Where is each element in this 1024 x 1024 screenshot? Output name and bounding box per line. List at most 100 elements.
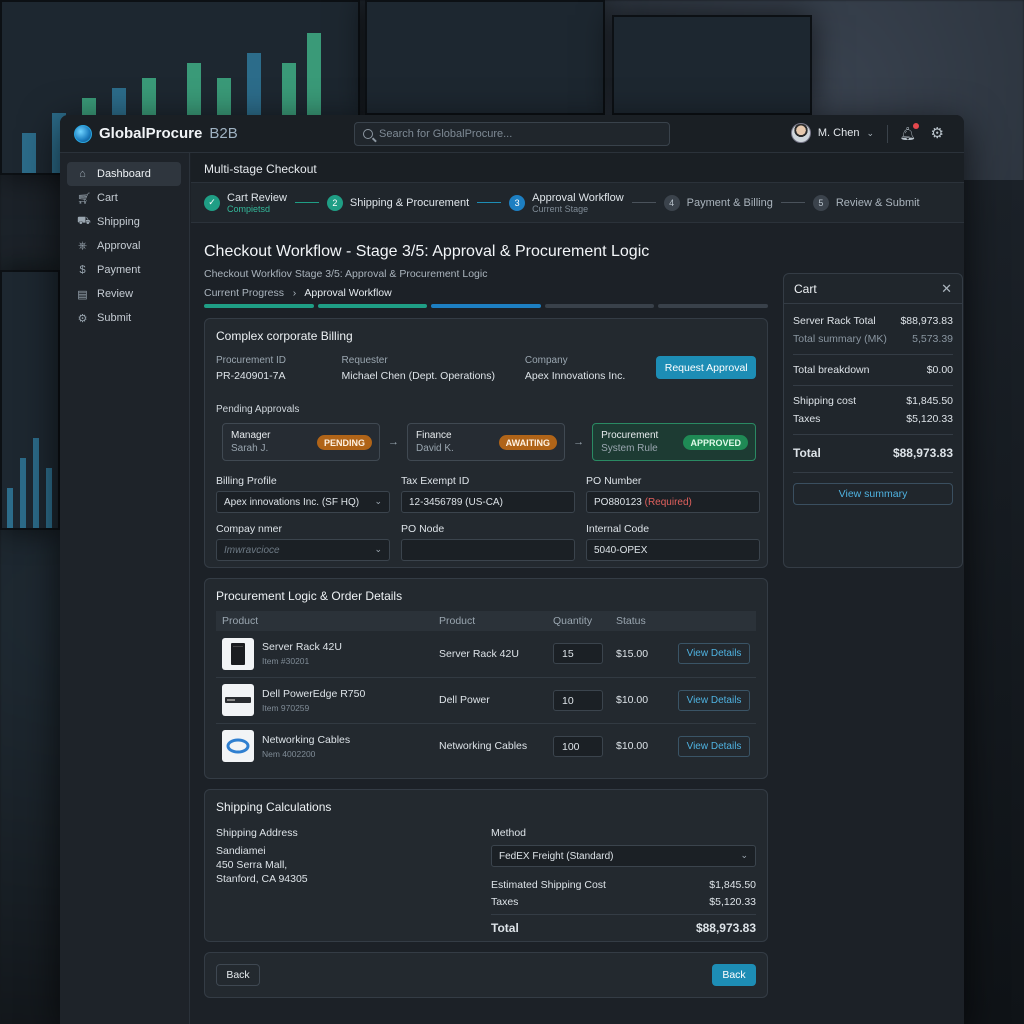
sidebar-item-dashboard[interactable]: ⌂ Dashboard xyxy=(67,162,181,186)
required-indicator: (Required) xyxy=(644,497,692,508)
select-value: FedEX Freight (Standard) xyxy=(499,851,614,862)
approval-finance[interactable]: Finance David K. AWAITING xyxy=(407,423,566,461)
procurement-id: Procurement ID PR-240901-7A xyxy=(216,355,342,382)
address-line: Stanford, CA 94305 xyxy=(216,873,308,885)
product-sku: Nem 4002200 xyxy=(262,748,316,759)
sidebar-item-approval[interactable]: ⎈ Approval xyxy=(67,234,181,258)
step-number: 2 xyxy=(326,194,343,211)
arrow-right-icon: → xyxy=(388,436,400,448)
background-monitor-right xyxy=(612,15,812,115)
quantity-input[interactable]: 10 xyxy=(553,689,603,711)
back-button[interactable]: Back xyxy=(216,964,260,986)
cart-row-value: $88,973.83 xyxy=(900,315,953,327)
back-primary-button[interactable]: Back xyxy=(712,964,756,986)
product-cell: Networking Cables Nem 4002200 xyxy=(222,730,427,763)
order-table: Product Product Quantity Status Server R… xyxy=(216,611,756,769)
billing-form: Billing Profile Apex innovations Inc. (S… xyxy=(216,475,760,561)
view-details-button[interactable]: View Details xyxy=(678,735,750,757)
background-monitor-side xyxy=(0,270,60,530)
submit-icon: ⚙ xyxy=(77,312,88,325)
price: $10.00 xyxy=(610,677,661,724)
sidebar-item-review[interactable]: ▤ Review xyxy=(67,282,181,306)
request-approval-button[interactable]: Request Approval xyxy=(656,356,756,379)
sidebar-item-label: Dashboard xyxy=(97,168,151,180)
approval-procurement[interactable]: Procurement System Rule APPROVED xyxy=(592,423,756,461)
cart-total-row: Total $88,973.83 xyxy=(784,446,962,472)
table-row: Server Rack 42U Item #30201 Server Rack 4… xyxy=(216,631,756,678)
billing-card: Complex corporate Billing Procurement ID… xyxy=(204,318,768,568)
cart-header: Cart ✕ xyxy=(784,274,962,304)
status-badge: PENDING xyxy=(317,435,373,450)
step-payment-billing[interactable]: 4 Payment & Billing xyxy=(663,194,773,211)
brand-logo[interactable]: GlobalProcure B2B xyxy=(74,124,238,143)
cart-divider xyxy=(793,354,953,355)
quantity-input[interactable]: 15 xyxy=(553,643,603,665)
cart-row-label: Total summary (MK) xyxy=(793,333,887,345)
field-label: Requester xyxy=(341,355,388,366)
field-label: Shipping Address xyxy=(216,827,298,839)
company-name-field: Compay nmer Imwravcioce ⌄ xyxy=(216,523,390,561)
user-menu[interactable]: M. Chen ⌄ xyxy=(790,123,874,143)
user-name: M. Chen xyxy=(817,127,860,139)
cart-icon: 🛒︎ xyxy=(77,192,91,205)
shipping-method: Method FedEX Freight (Standard) ⌄ Estimat… xyxy=(491,827,756,935)
address-line: Sandiamei xyxy=(216,845,266,857)
placeholder: Imwravcioce xyxy=(224,545,280,556)
payment-icon: $ xyxy=(79,264,86,276)
company-name-select[interactable]: Imwravcioce ⌄ xyxy=(216,539,390,561)
close-icon[interactable]: ✕ xyxy=(941,281,952,297)
po-node-input[interactable] xyxy=(401,539,575,561)
view-summary-button[interactable]: View summary xyxy=(793,483,953,505)
sidebar-item-shipping[interactable]: ⛟ Shipping xyxy=(67,210,181,234)
step-connector xyxy=(780,202,805,203)
sidebar-item-cart[interactable]: 🛒︎ Cart xyxy=(67,186,181,210)
shipping-grid: Shipping Address Sandiamei 450 Serra Mal… xyxy=(216,827,756,935)
product-cell: Server Rack 42U Item #30201 xyxy=(222,637,427,670)
step-review-submit[interactable]: 5 Review & Submit xyxy=(812,194,920,211)
gear-icon[interactable]: ⚙ xyxy=(931,124,944,142)
cart-row-label: Shipping cost xyxy=(793,395,857,407)
column-header: Status xyxy=(610,611,661,631)
cart-row: Total summary (MK) 5,573.39 xyxy=(784,333,962,354)
page-title: Checkout Workflow - Stage 3/5: Approval … xyxy=(204,243,650,260)
search-input[interactable]: Search for GlobalProcure... xyxy=(354,122,670,146)
billing-meta: Procurement ID PR-240901-7A Requester Mi… xyxy=(216,355,756,382)
step-shipping-procurement[interactable]: 2 Shipping & Procurement xyxy=(326,194,469,211)
step-cart-review[interactable]: ✓ Cart Review Compietsd xyxy=(204,192,287,214)
background-person xyxy=(954,180,1024,1024)
sidebar-item-label: Cart xyxy=(97,192,118,204)
card-title: Complex corporate Billing xyxy=(216,329,353,343)
app-window: GlobalProcure B2B Search for GlobalProcu… xyxy=(60,115,964,1024)
summary-label: Estimated Shipping Cost xyxy=(491,879,606,891)
shipping-total-row: Total $88,973.83 xyxy=(491,921,756,935)
main-area: Multi-stage Checkout ✓ Cart Review Compie… xyxy=(191,153,964,1024)
internal-code-input[interactable]: 5040-OPEX xyxy=(586,539,760,561)
po-number-input[interactable]: PO880123 (Required) xyxy=(586,491,760,513)
field-label: Tax Exempt ID xyxy=(401,475,470,487)
step-approval-workflow[interactable]: 3 Approval Workflow Current Stage xyxy=(509,192,624,214)
product-name: Dell PowerEdge R750 xyxy=(262,687,366,700)
table-row: Networking Cables Nem 4002200 Networking … xyxy=(216,723,756,769)
sidebar-item-submit[interactable]: ⚙ Submit xyxy=(67,306,181,330)
chevron-down-icon: ⌄ xyxy=(374,496,382,506)
action-footer: Back Back xyxy=(204,952,768,998)
view-details-button[interactable]: View Details xyxy=(678,643,750,665)
field-label: Internal Code xyxy=(586,523,650,535)
bell-icon[interactable]: 🔔︎ xyxy=(899,123,919,142)
view-details-button[interactable]: View Details xyxy=(678,689,750,711)
sidebar-item-label: Submit xyxy=(97,312,132,324)
billing-profile-select[interactable]: Apex innovations Inc. (SF HQ) ⌄ xyxy=(216,491,390,513)
step-connector xyxy=(477,202,502,203)
chevron-down-icon: ⌄ xyxy=(740,850,748,860)
tax-exempt-input[interactable]: 12-3456789 (US-CA) xyxy=(401,491,575,513)
sidebar-item-label: Approval xyxy=(97,240,141,252)
search-placeholder: Search for GlobalProcure... xyxy=(379,128,513,140)
shipping-method-select[interactable]: FedEX Freight (Standard) ⌄ xyxy=(491,845,756,867)
cart-row-value: $1,845.50 xyxy=(906,395,953,407)
sidebar-item-payment[interactable]: $ Payment xyxy=(67,258,181,282)
approval-manager[interactable]: Manager Sarah J. PENDING xyxy=(222,423,381,461)
truck-icon: ⛟ xyxy=(77,215,91,227)
quantity-input[interactable]: 100 xyxy=(553,735,603,757)
field-label: Company xyxy=(524,355,568,366)
breadcrumb: Multi-stage Checkout xyxy=(191,153,964,183)
